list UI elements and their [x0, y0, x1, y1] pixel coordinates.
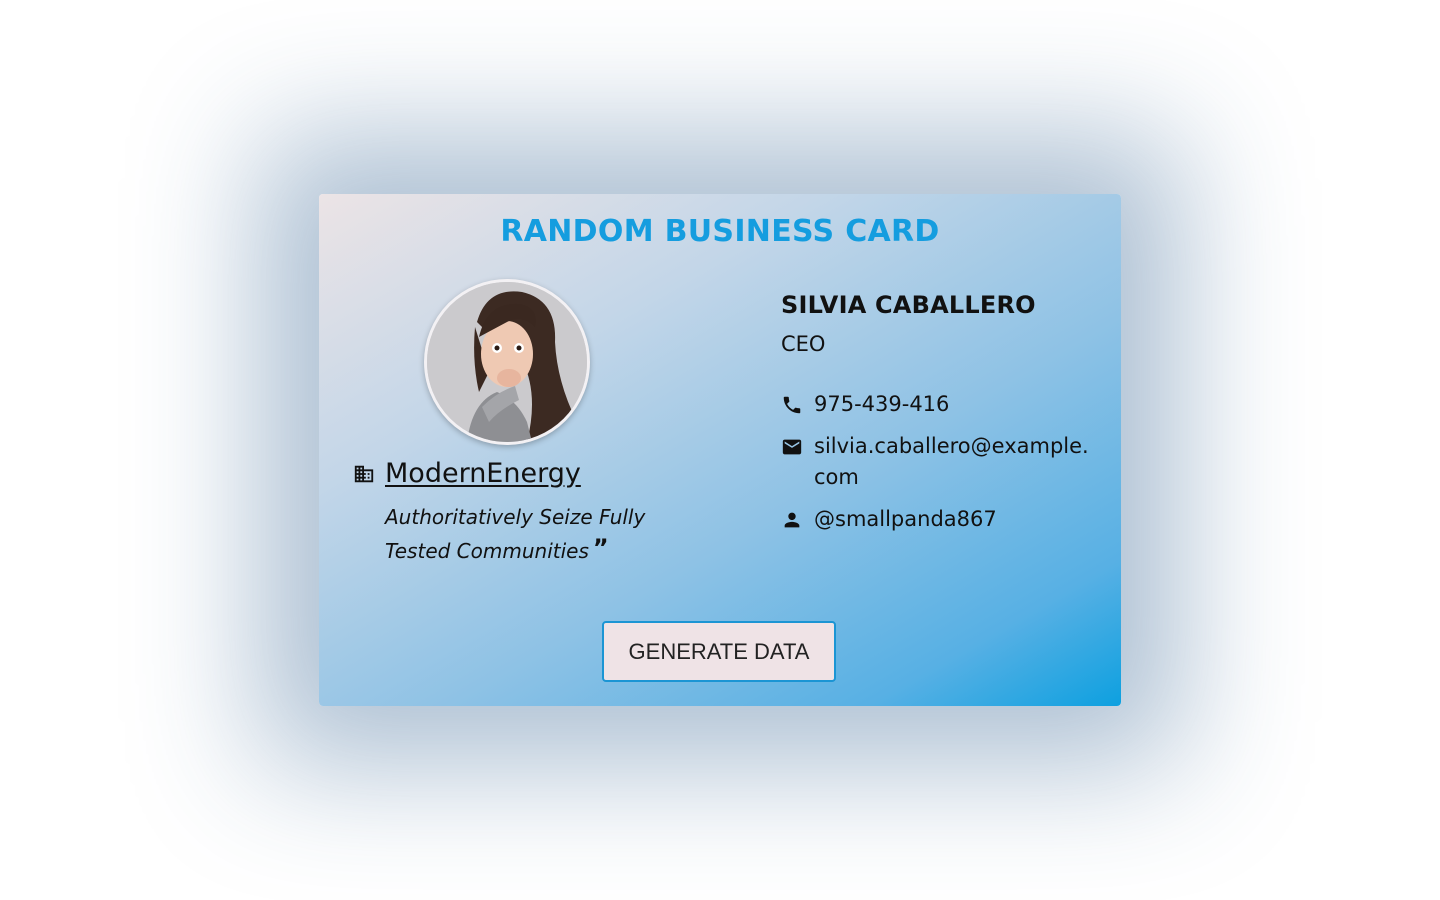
quote-icon: ” [592, 534, 609, 562]
person-name: SILVIA CABALLERO [781, 291, 1036, 319]
person-role: CEO [781, 332, 826, 356]
avatar [424, 279, 590, 445]
card-title: RANDOM BUSINESS CARD [500, 214, 940, 249]
phone-row: 975-439-416 [781, 389, 1089, 420]
avatar-photo [427, 282, 587, 442]
company-row: ModernEnergy [353, 458, 581, 489]
company-slogan: Authoritatively Seize Fully Tested Commu… [385, 502, 685, 567]
username: @smallpanda867 [814, 507, 997, 531]
email-row: silvia.caballero@example.com [781, 431, 1089, 493]
mail-icon [782, 439, 802, 455]
person-icon [784, 512, 800, 528]
username-row: @smallpanda867 [781, 504, 1089, 535]
phone-icon [783, 396, 801, 414]
company-name-link[interactable]: ModernEnergy [385, 458, 581, 489]
business-card: RANDOM BUSINESS CARD ModernEnergy Author… [319, 194, 1121, 706]
generate-data-button[interactable]: GENERATE DATA [602, 621, 836, 682]
email-address: silvia.caballero@example.com [814, 434, 1089, 489]
building-icon [354, 465, 374, 482]
phone-number: 975-439-416 [814, 392, 950, 416]
